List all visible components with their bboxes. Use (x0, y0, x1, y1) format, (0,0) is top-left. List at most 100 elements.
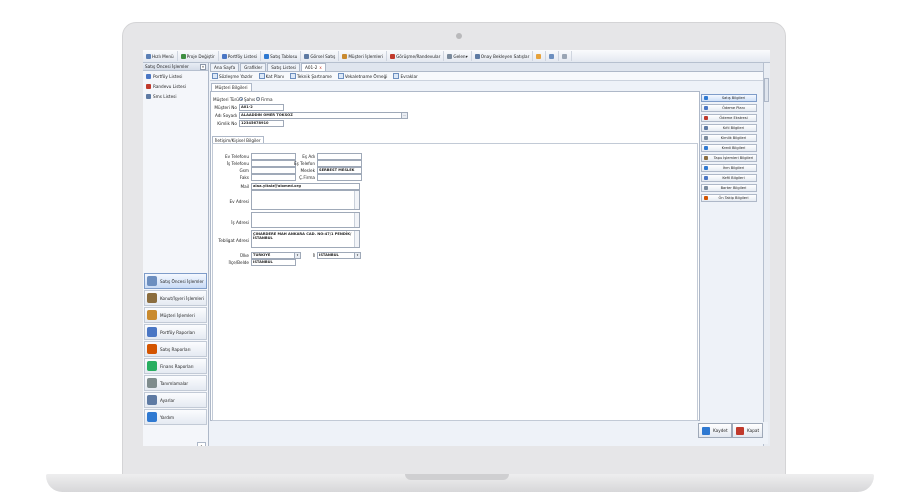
menu-bar: Hızlı Menü Proje Değiştir Portföy Listes… (143, 50, 770, 63)
odeme-plani-button[interactable]: Ödeme Planı (701, 104, 757, 112)
button-label: Kimlik Bilgileri (720, 136, 747, 140)
menu-label: Görüşme/Randevular (396, 53, 441, 59)
barter-bilgileri-button[interactable]: Barter Bilgileri (701, 184, 757, 192)
nav-finans-raporlari[interactable]: Finans Raporları (144, 358, 207, 374)
nav-satis-raporlari[interactable]: Satış Raporları (144, 341, 207, 357)
menu-settings[interactable] (533, 51, 547, 61)
menu-gorsel-satis[interactable]: Görsel Satış (301, 51, 340, 61)
house-icon (147, 293, 157, 303)
es-telefon-label: Eş Telefon (293, 161, 315, 166)
left-item-portfoy-listesi[interactable]: Portföy Listesi (143, 71, 208, 81)
left-item-label: Portföy Listesi (153, 73, 183, 79)
collapse-button[interactable]: « (200, 63, 206, 70)
close-button[interactable]: Kapat (732, 423, 764, 438)
tapu-islemleri-button[interactable]: Tapu İşlemleri Bilgileri (701, 154, 757, 162)
tab-grafikler[interactable]: Grafikler (240, 63, 267, 71)
menu-proje-degistir[interactable]: Proje Değiştir (178, 51, 219, 61)
side-strip-tab[interactable] (764, 78, 769, 102)
settings-icon (536, 53, 542, 59)
faks-label: Faks (239, 175, 249, 180)
nav-musteri-islemleri[interactable]: Müşteri İşlemleri (144, 307, 207, 323)
tab-ana-sayfa[interactable]: Ana Sayfa (210, 63, 240, 71)
firma-radio[interactable] (256, 97, 260, 101)
sozlesme-yazdir-button[interactable]: Sözleşme Yazdır (210, 73, 255, 79)
scrollbar[interactable] (354, 191, 359, 209)
menu-portfoy-listesi[interactable]: Portföy Listesi (219, 51, 262, 61)
panel-options-button[interactable]: ⇕ (197, 442, 206, 446)
es-telefon-field[interactable] (317, 160, 362, 167)
kimlik-bilgileri-button[interactable]: Kimlik Bilgileri (701, 134, 757, 142)
musteri-no-field[interactable]: A01-2 (239, 104, 284, 111)
nav-tanimlamalar[interactable]: Tanımlamalar (144, 375, 207, 391)
ihm-bilgileri-button[interactable]: İhm Bilgileri (701, 164, 757, 172)
ilce-field[interactable]: İSTANBUL (251, 259, 296, 266)
button-label: İhm Bilgileri (722, 166, 745, 170)
ev-adresi-field[interactable] (251, 190, 360, 210)
es-adi-field[interactable] (317, 153, 362, 160)
menu-info[interactable] (559, 51, 573, 61)
is-adresi-field[interactable] (251, 212, 360, 228)
calendar-icon (390, 53, 396, 59)
tebligat-adresi-field[interactable]: ÇINARDERE MAH ANKARA CAD. NO:47/1 PENDİK… (251, 230, 360, 248)
mail-field[interactable]: alaa.yiksiz@alomed.org (251, 183, 360, 190)
il-dropdown-button[interactable]: ▾ (354, 252, 361, 259)
menu-onay-bekleyen[interactable]: Onay Bekleyen Satışlar (472, 51, 534, 61)
tab-a01-2[interactable]: A01-2 x (301, 63, 326, 71)
nav-label: Yardım (160, 414, 175, 420)
ev-telefonu-field[interactable] (251, 153, 296, 160)
left-item-sms-listesi[interactable]: Sms Listesi (143, 91, 208, 101)
button-label: Kefil Bilgileri (722, 176, 745, 180)
gsm-field[interactable] (251, 167, 296, 174)
close-icon[interactable]: x (319, 65, 321, 70)
evraklar-button[interactable]: Evraklar (391, 73, 419, 79)
menu-label: Hızlı Menü (152, 53, 174, 59)
lookup-button[interactable]: … (401, 112, 408, 119)
document-icon (289, 73, 296, 79)
menu-musteri-islemleri[interactable]: Müşteri İşlemleri (339, 51, 388, 61)
menu-hizli-menu[interactable]: Hızlı Menü (143, 51, 178, 61)
menu-gorusme-randevular[interactable]: Görüşme/Randevular (387, 51, 445, 61)
info-icon (562, 53, 568, 59)
satis-bilgileri-button[interactable]: Satış Bilgileri (701, 94, 757, 102)
meslek-field[interactable]: SERBEST MESLEK (317, 167, 362, 174)
nav-ayarlar[interactable]: Ayarlar (144, 392, 207, 408)
sahis-radio[interactable] (239, 97, 243, 101)
odeme-ekstresi-button[interactable]: Ödeme Ekstresi (701, 114, 757, 122)
tab-label: Satış Listesi (271, 65, 297, 70)
menu-gelen[interactable]: Gelen ▾ (444, 51, 472, 61)
kredi-bilgileri-button[interactable]: Kredi Bilgileri (701, 144, 757, 152)
on-takip-bilgileri-button[interactable]: Ön Takip Bilgileri (701, 194, 757, 202)
nav-portfoy-raporlari[interactable]: Portföy Raporları (144, 324, 207, 340)
tab-musteri-bilgileri[interactable]: Müşteri Bilgileri (211, 83, 252, 91)
list-icon (221, 53, 227, 59)
teknik-sartname-button[interactable]: Teknik Şartname (288, 73, 334, 79)
scrollbar[interactable] (354, 213, 359, 227)
il-field[interactable]: İSTANBUL (317, 252, 356, 259)
tab-iletisim-kisisel[interactable]: İletişim/Kişisel Bilgiler (212, 136, 264, 143)
kifil-bilgileri-button[interactable]: Kıfıl Bilgileri (701, 124, 757, 132)
nav-konut-isyeri[interactable]: Konut/İşyeri İşlemleri (144, 290, 207, 306)
c-firma-field[interactable] (317, 174, 362, 181)
camera-dot (456, 33, 462, 39)
tab-satis-listesi[interactable]: Satış Listesi (267, 63, 301, 71)
ulke-field[interactable]: TÜRKİYE (251, 252, 296, 259)
user-icon (147, 310, 157, 320)
left-panel-title: Satış Öncesi İşlemler (145, 64, 189, 69)
scrollbar[interactable] (354, 231, 359, 247)
menu-satis-tablosu[interactable]: Satış Tablosu (261, 51, 302, 61)
adi-soyadi-field[interactable]: ALAADDİN ÖMER TOKSÖZ (239, 112, 402, 119)
form-actions: Kaydet Kapat (210, 422, 768, 444)
vekaletname-ornegi-button[interactable]: Vekaletname Örneği (336, 73, 390, 79)
nav-yardim[interactable]: Yardım (144, 409, 207, 425)
save-button[interactable]: Kaydet (698, 423, 732, 438)
left-item-randevu-listesi[interactable]: Randevu Listesi (143, 81, 208, 91)
is-telefonu-field[interactable] (251, 160, 296, 167)
nav-label: Tanımlamalar (160, 380, 189, 386)
kefil-bilgileri-button[interactable]: Kefil Bilgileri (701, 174, 757, 182)
menu-help[interactable] (546, 51, 560, 61)
ulke-dropdown-button[interactable]: ▾ (294, 252, 301, 259)
nav-satis-oncesi-islemler[interactable]: Satış Öncesi İşlemler (144, 273, 207, 289)
kat-plani-button[interactable]: Kat Planı (257, 73, 286, 79)
faks-field[interactable] (251, 174, 296, 181)
kimlik-no-field[interactable]: 12345678910 (239, 120, 284, 127)
